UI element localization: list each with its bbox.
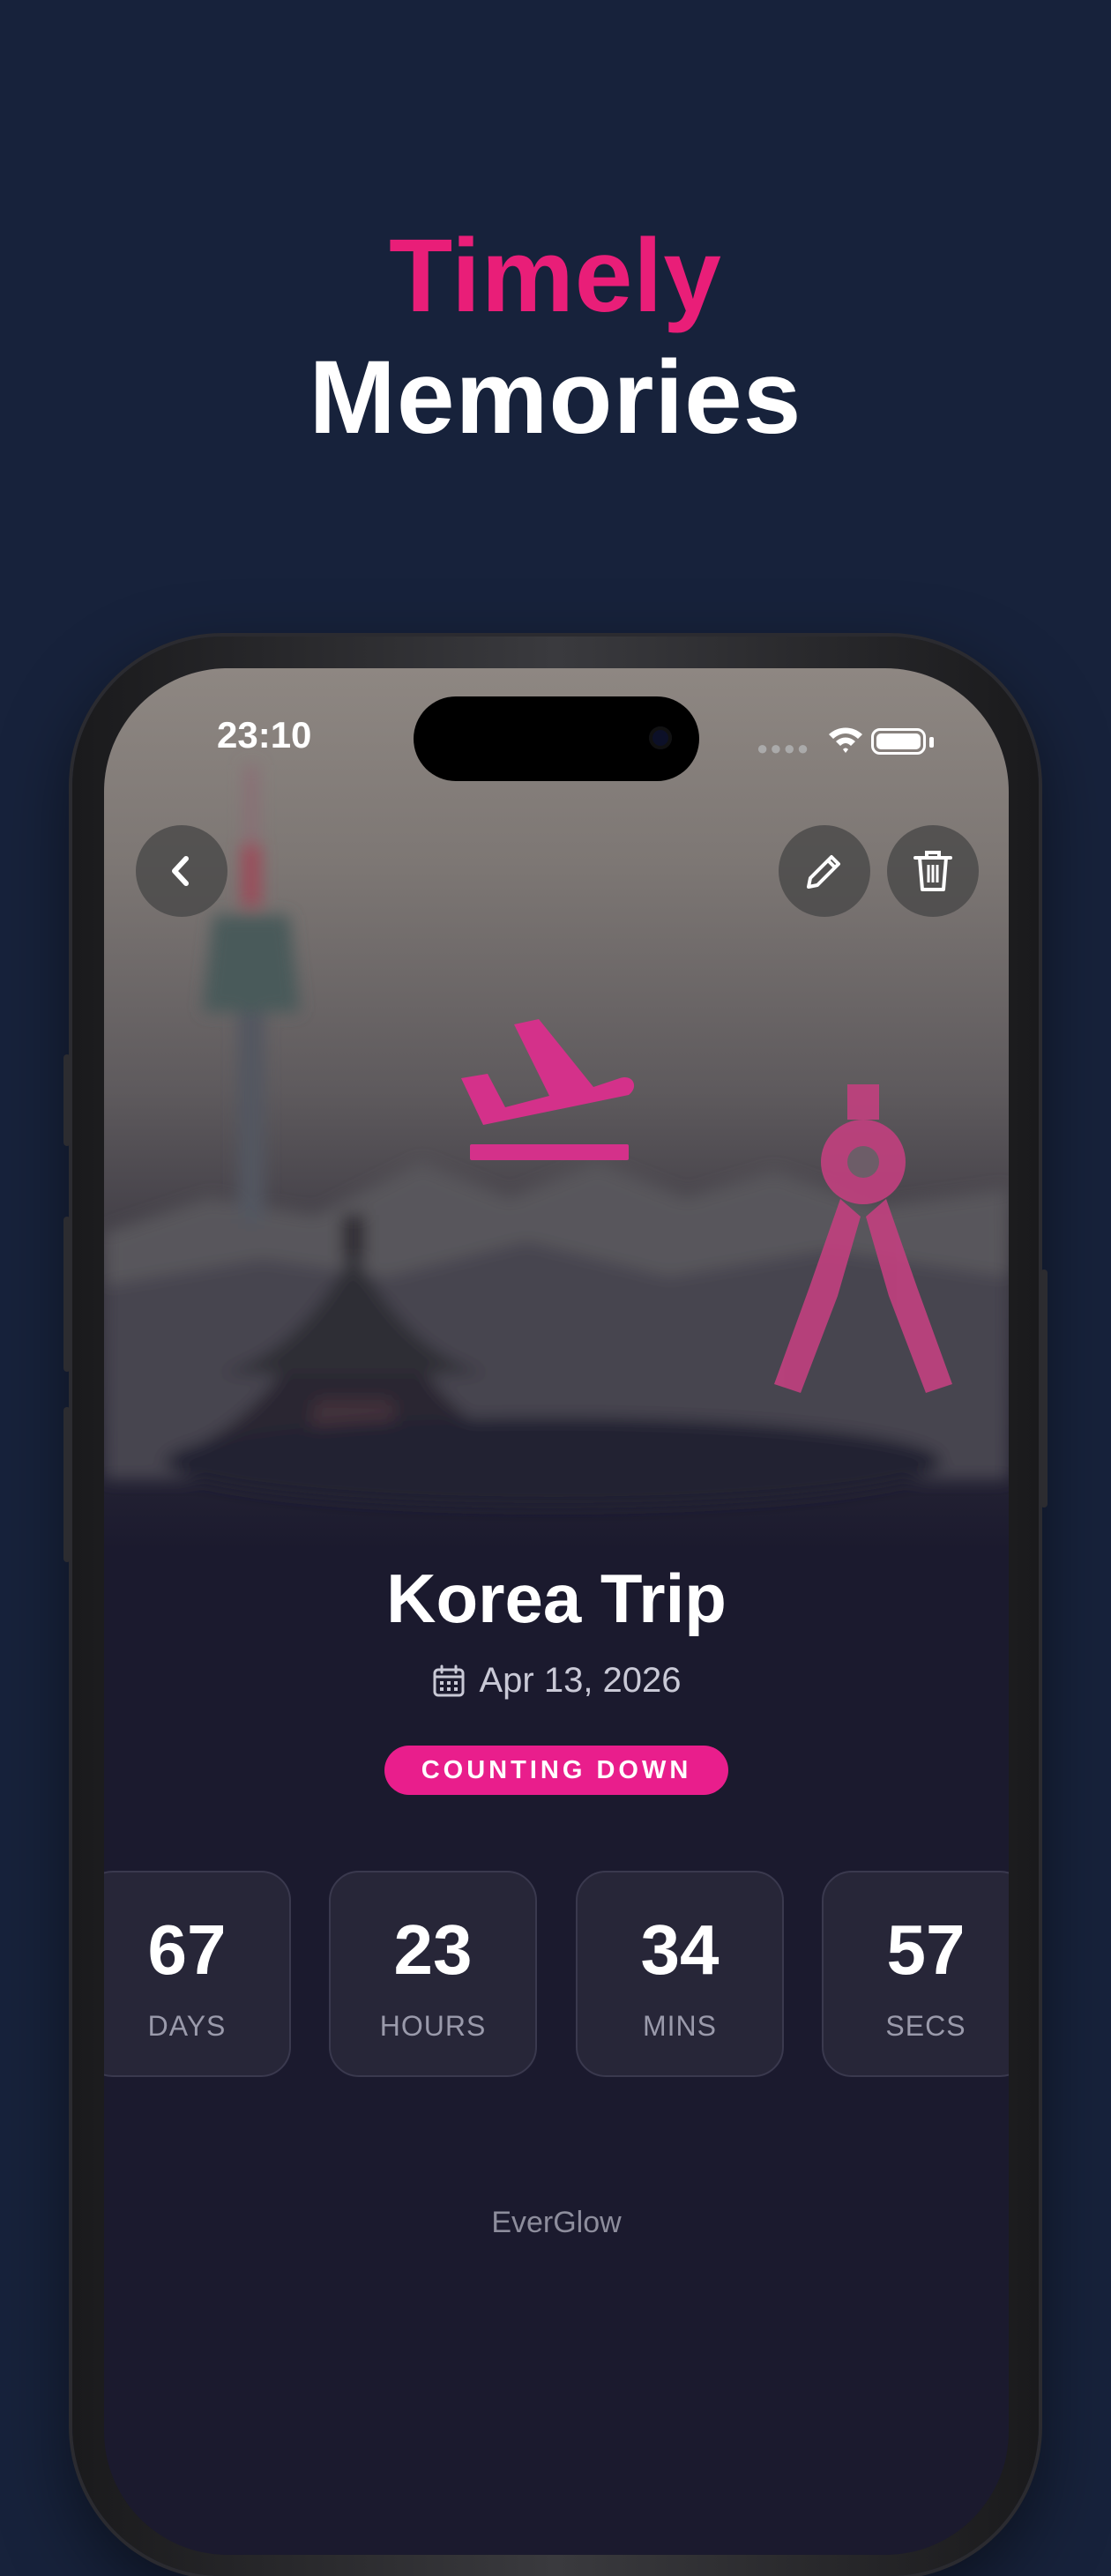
- edit-button[interactable]: [779, 825, 870, 917]
- event-date: Apr 13, 2026: [479, 1661, 682, 1700]
- delete-button[interactable]: [887, 825, 979, 917]
- status-bar-time: 23:10: [217, 714, 312, 756]
- pencil-icon: [807, 855, 840, 889]
- countdown-label: SECS: [885, 2010, 966, 2042]
- countdown-days: 67 DAYS: [104, 1871, 291, 2077]
- status-bar-indicators: ●●●●: [757, 723, 968, 759]
- event-cover-image: [104, 668, 1009, 1550]
- event-date-row: Apr 13, 2026: [104, 1661, 1009, 1701]
- drafting-compass-icon: [774, 1084, 952, 1393]
- countdown-mins: 34 MINS: [576, 1871, 784, 2077]
- chevron-left-icon: [172, 856, 189, 886]
- wifi-icon: [829, 727, 862, 753]
- countdown-value: 34: [640, 1910, 720, 1989]
- event-title: Korea Trip: [386, 1560, 727, 1637]
- phone-volume-up-button: [63, 1217, 71, 1372]
- status-badge: COUNTING DOWN: [384, 1746, 729, 1795]
- countdown-label: MINS: [643, 2010, 717, 2042]
- airplane-takeoff-icon: [461, 1019, 635, 1160]
- app-screen: 23:10 ●●●● Korea Trip Apr 13, 2026 COUNT…: [104, 668, 1009, 2555]
- battery-icon: [871, 728, 926, 755]
- back-button[interactable]: [136, 825, 227, 917]
- countdown-label: DAYS: [147, 2010, 227, 2042]
- phone-volume-down-button: [63, 1407, 71, 1562]
- headline-line-2: Memories: [309, 339, 802, 456]
- trash-icon: [913, 851, 952, 891]
- calendar-icon: [433, 1664, 465, 1696]
- countdown-value: 23: [393, 1910, 473, 1989]
- countdown-value: 67: [147, 1910, 227, 1989]
- countdown-hours: 23 HOURS: [329, 1871, 537, 2077]
- countdown-value: 57: [886, 1910, 966, 1989]
- phone-power-button: [1040, 1269, 1048, 1508]
- countdown-tiles: 67 DAYS 23 HOURS 34 MINS 57 SECS: [104, 1871, 1009, 2077]
- brand-footer: EverGlow: [491, 2206, 622, 2239]
- battery-tip: [929, 737, 934, 748]
- front-camera: [649, 726, 672, 749]
- phone-action-button: [63, 1054, 71, 1146]
- headline-line-1: Timely: [389, 218, 722, 334]
- cellular-signal-icon: ●●●●: [757, 737, 811, 759]
- countdown-secs: 57 SECS: [822, 1871, 1009, 2077]
- countdown-label: HOURS: [379, 2010, 487, 2042]
